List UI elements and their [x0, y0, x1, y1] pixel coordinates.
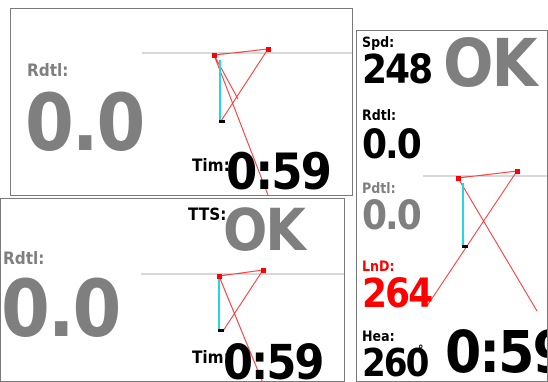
- glide-line: [457, 177, 538, 312]
- glide-line: [213, 48, 269, 56]
- tim-value: 0:59: [223, 335, 324, 382]
- tim-label: Tim:: [192, 156, 230, 176]
- aircraft-marker: [212, 53, 217, 58]
- hea-unit: °: [418, 343, 424, 357]
- panel-bottom-left: TTS: OK Rdtl: 0.0 Tim: 0:59: [0, 198, 345, 382]
- time-value: 0:59: [445, 318, 547, 382]
- panel-right: Spd: 248 OK Rdtl: 0.0 Pdtl: 0.0 LnD: 264…: [356, 30, 548, 382]
- aircraft-marker: [266, 47, 271, 52]
- glide-line: [457, 170, 518, 179]
- tim-value: 0:59: [226, 143, 332, 196]
- glide-line: [218, 269, 264, 277]
- aircraft-marker: [515, 169, 520, 174]
- glide-line: [213, 54, 239, 100]
- aircraft-marker: [261, 268, 266, 273]
- aircraft-marker: [217, 274, 222, 279]
- panel-top-left: Rdtl: 0.0 Tim: 0:59: [10, 8, 353, 196]
- glide-line: [220, 48, 269, 122]
- aircraft-marker: [456, 176, 461, 181]
- altitude-bar: [462, 183, 464, 247]
- ground-marker: [218, 329, 224, 332]
- glide-line: [426, 170, 518, 307]
- ground-marker: [219, 120, 225, 123]
- altitude-bar: [219, 60, 221, 122]
- lnd-value: 264: [362, 271, 433, 317]
- ground-marker: [462, 245, 468, 248]
- altitude-bar: [218, 279, 220, 331]
